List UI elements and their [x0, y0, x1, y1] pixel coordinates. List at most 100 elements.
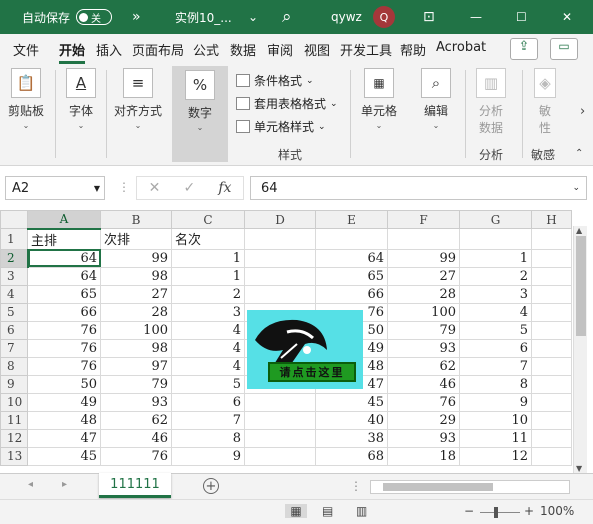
cell-g9[interactable]: 8: [459, 374, 532, 394]
column-header-d[interactable]: D: [244, 210, 316, 229]
click-here-button[interactable]: 请点击这里: [268, 362, 356, 382]
tab-home[interactable]: 开始: [59, 40, 86, 64]
cell-h3[interactable]: [531, 266, 572, 286]
cell-style-button[interactable]: 单元格样式 ⌄: [236, 118, 326, 135]
cell-b9[interactable]: 79: [100, 374, 172, 394]
normal-view-icon[interactable]: ▦: [285, 504, 307, 518]
select-all-corner[interactable]: [0, 210, 28, 229]
cell-b6[interactable]: 100: [100, 320, 172, 340]
cell-h4[interactable]: [531, 284, 572, 304]
cell-a9[interactable]: 50: [27, 374, 101, 394]
cell-e10[interactable]: 45: [315, 392, 388, 412]
row-header[interactable]: 9: [0, 374, 28, 394]
cell-c3[interactable]: 1: [171, 266, 245, 286]
cell-h7[interactable]: [531, 338, 572, 358]
row-header[interactable]: 7: [0, 338, 28, 358]
cell-g4[interactable]: 3: [459, 284, 532, 304]
cell-a7[interactable]: 76: [27, 338, 101, 358]
zoom-out-icon[interactable]: −: [464, 504, 474, 518]
cell-g12[interactable]: 11: [459, 428, 532, 448]
cell-e12[interactable]: 38: [315, 428, 388, 448]
font-button[interactable]: A 字体 ⌄: [66, 68, 96, 130]
cell-f12[interactable]: 93: [387, 428, 460, 448]
cell-c5[interactable]: 3: [171, 302, 245, 322]
cells-button[interactable]: ▦ 单元格 ⌄: [361, 68, 397, 130]
tab-data[interactable]: 数据: [230, 40, 256, 59]
add-sheet-icon[interactable]: +: [203, 478, 219, 494]
cell-a12[interactable]: 47: [27, 428, 101, 448]
row-header[interactable]: 5: [0, 302, 28, 322]
cell-c12[interactable]: 8: [171, 428, 245, 448]
cell-b7[interactable]: 98: [100, 338, 172, 358]
analyze-data-button[interactable]: ▥ 分析 数据: [476, 68, 506, 136]
cell-a3[interactable]: 64: [27, 266, 101, 286]
hscroll-thumb[interactable]: [383, 483, 493, 491]
cell-d12[interactable]: [244, 428, 316, 448]
name-box[interactable]: A2 ▼: [5, 176, 105, 200]
horizontal-scrollbar[interactable]: [370, 480, 570, 494]
expand-formula-icon[interactable]: ⌄: [572, 183, 580, 193]
scroll-thumb[interactable]: [576, 236, 586, 336]
cell-h11[interactable]: [531, 410, 572, 430]
row-header[interactable]: 6: [0, 320, 28, 340]
tab-insert[interactable]: 插入: [96, 40, 122, 59]
number-button[interactable]: % 数字 ⌄: [172, 66, 228, 162]
cell-b4[interactable]: 27: [100, 284, 172, 304]
cell-d3[interactable]: [244, 266, 316, 286]
cell-d2[interactable]: [244, 248, 316, 268]
file-name[interactable]: 实例10_...: [175, 0, 232, 34]
cell-g2[interactable]: 1: [459, 248, 532, 268]
ribbon-display-icon[interactable]: ⊡: [423, 0, 435, 34]
column-header-a[interactable]: A: [27, 210, 101, 230]
alignment-button[interactable]: ≡ 对齐方式 ⌄: [114, 68, 162, 130]
row-header[interactable]: 8: [0, 356, 28, 376]
cell-h8[interactable]: [531, 356, 572, 376]
cell-h1[interactable]: [531, 228, 572, 250]
cell-c1[interactable]: 名次: [171, 228, 245, 250]
tab-page-layout[interactable]: 页面布局: [132, 40, 184, 59]
cell-d1[interactable]: [244, 228, 316, 250]
user-avatar[interactable]: Q: [373, 0, 395, 34]
cell-h5[interactable]: [531, 302, 572, 322]
enter-icon[interactable]: ✓: [183, 180, 195, 196]
cell-f11[interactable]: 29: [387, 410, 460, 430]
sensitivity-button[interactable]: ◈ 敏 性: [534, 68, 556, 136]
cell-c4[interactable]: 2: [171, 284, 245, 304]
insert-function-icon[interactable]: fx: [218, 180, 231, 196]
cell-a5[interactable]: 66: [27, 302, 101, 322]
cell-d10[interactable]: [244, 392, 316, 412]
cell-g5[interactable]: 4: [459, 302, 532, 322]
cell-h9[interactable]: [531, 374, 572, 394]
cell-a2[interactable]: 64: [27, 248, 101, 268]
cell-f9[interactable]: 46: [387, 374, 460, 394]
cell-b2[interactable]: 99: [100, 248, 172, 268]
formula-options-icon[interactable]: ⋮: [118, 180, 130, 194]
tab-split-icon[interactable]: ⋮: [350, 479, 362, 493]
cell-g11[interactable]: 10: [459, 410, 532, 430]
cell-b11[interactable]: 62: [100, 410, 172, 430]
table-format-button[interactable]: 套用表格格式 ⌄: [236, 95, 338, 112]
column-header-c[interactable]: C: [171, 210, 245, 229]
page-layout-icon[interactable]: ▤: [322, 504, 333, 518]
cell-e2[interactable]: 64: [315, 248, 388, 268]
more-commands-icon[interactable]: »: [132, 0, 141, 34]
row-header[interactable]: 3: [0, 266, 28, 286]
cell-d11[interactable]: [244, 410, 316, 430]
cell-a6[interactable]: 76: [27, 320, 101, 340]
cell-g7[interactable]: 6: [459, 338, 532, 358]
cell-h10[interactable]: [531, 392, 572, 412]
cell-e1[interactable]: [315, 228, 388, 250]
zoom-slider-knob[interactable]: [494, 507, 498, 518]
cell-g10[interactable]: 9: [459, 392, 532, 412]
file-dropdown-icon[interactable]: ⌄: [248, 0, 258, 34]
cell-f7[interactable]: 93: [387, 338, 460, 358]
cell-g6[interactable]: 5: [459, 320, 532, 340]
cell-b12[interactable]: 46: [100, 428, 172, 448]
cell-e13[interactable]: 68: [315, 446, 388, 466]
cell-c13[interactable]: 9: [171, 446, 245, 466]
zoom-in-icon[interactable]: +: [524, 504, 534, 518]
share-icon[interactable]: ⇪: [510, 38, 538, 60]
row-header[interactable]: 10: [0, 392, 28, 412]
tab-formulas[interactable]: 公式: [193, 40, 219, 59]
cell-b8[interactable]: 97: [100, 356, 172, 376]
